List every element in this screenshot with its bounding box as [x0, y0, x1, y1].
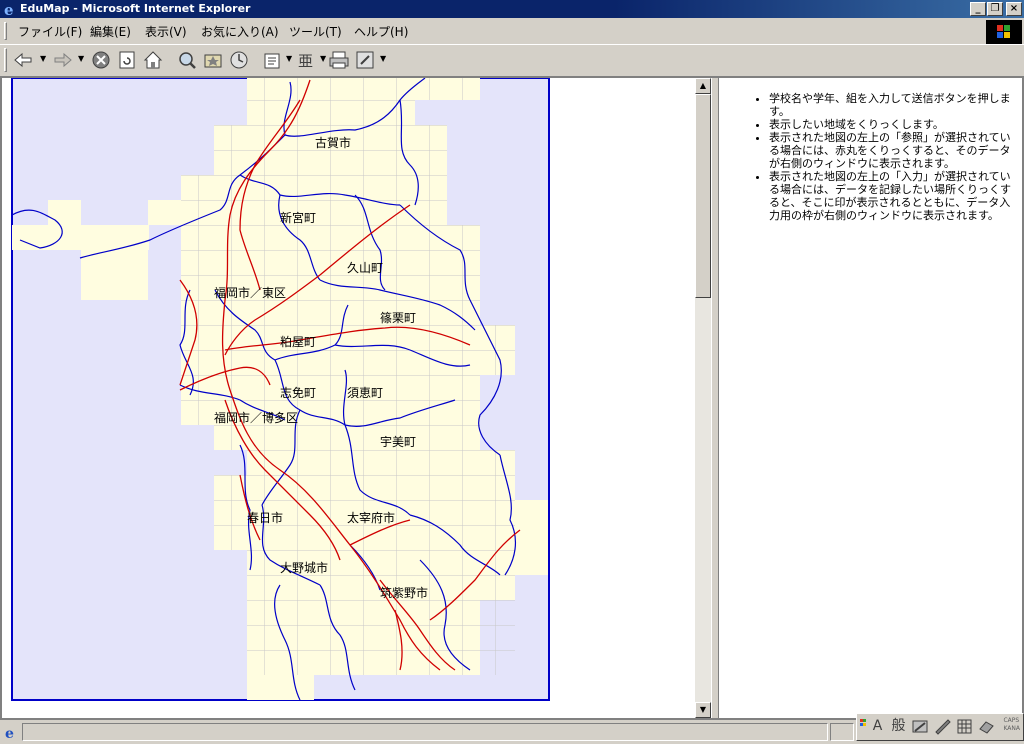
menu-tools[interactable]: ツール(T) — [289, 23, 342, 40]
ime-kanji-button[interactable]: 般 — [889, 717, 908, 736]
ime-grid-icon[interactable] — [955, 717, 974, 736]
ime-tools-icon[interactable] — [933, 717, 952, 736]
menu-file[interactable]: ファイル(F) — [18, 23, 82, 40]
back-icon[interactable] — [12, 49, 34, 71]
menu-bar: ファイル(F) 編集(E) 表示(V) お気に入り(A) ツール(T) ヘルプ(… — [0, 20, 1024, 42]
scroll-down-button[interactable]: ▼ — [695, 702, 711, 718]
instruction-item: 表示された地図の左上の「入力」が選択されている場合には、データを記録したい場所く… — [769, 170, 1014, 222]
label-hisayama[interactable]: 久山町 — [347, 261, 383, 275]
svg-text:亜: 亜 — [298, 52, 313, 70]
frame-divider[interactable] — [711, 78, 719, 718]
toolbar-grip[interactable] — [4, 48, 7, 72]
stop-icon[interactable] — [90, 49, 112, 71]
scroll-thumb[interactable] — [695, 94, 711, 298]
label-sasaguri[interactable]: 篠栗町 — [380, 310, 416, 325]
ie-logo-icon: e — [4, 1, 14, 17]
menu-edit[interactable]: 編集(E) — [90, 23, 131, 40]
map-frame: 古賀市 新宮町 久山町 福岡市／東区 篠栗町 粕屋町 志免町 須恵町 福岡市／博… — [2, 78, 695, 718]
refresh-icon[interactable] — [116, 49, 138, 71]
label-higashi[interactable]: 福岡市／東区 — [214, 285, 286, 300]
fonts-icon[interactable]: 亜 — [296, 49, 318, 71]
status-text-pane — [22, 723, 828, 741]
map-canvas[interactable]: 古賀市 新宮町 久山町 福岡市／東区 篠栗町 粕屋町 志免町 須恵町 福岡市／博… — [2, 78, 695, 718]
label-shime[interactable]: 志免町 — [280, 385, 316, 400]
page-status-icon: e — [5, 726, 14, 740]
instruction-item: 表示された地図の左上の「参照」が選択されている場合には、赤丸をくりっくすると、そ… — [769, 131, 1014, 170]
label-onojo[interactable]: 大野城市 — [280, 560, 328, 575]
history-icon[interactable] — [228, 49, 250, 71]
instruction-item: 学校名や学年、組を入力して送信ボタンを押します。 — [769, 92, 1014, 118]
favorites-icon[interactable] — [202, 49, 224, 71]
forward-icon[interactable] — [52, 49, 74, 71]
instructions-list: 学校名や学年、組を入力して送信ボタンを押します。 表示したい地域をくりっくします… — [719, 92, 1022, 222]
label-kasuya[interactable]: 粕屋町 — [280, 334, 316, 349]
ime-dictionary-icon[interactable] — [977, 717, 996, 736]
window-title: EduMap - Microsoft Internet Explorer — [20, 2, 251, 15]
menu-help[interactable]: ヘルプ(H) — [354, 23, 408, 40]
label-kasuga[interactable]: 春日市 — [247, 510, 283, 525]
status-pane-2 — [830, 723, 854, 741]
edit-dropdown-icon[interactable]: ▼ — [380, 54, 386, 63]
ime-pad-icon[interactable] — [911, 717, 930, 736]
map-vertical-scrollbar[interactable]: ▲ ▼ — [695, 78, 711, 718]
home-icon[interactable] — [142, 49, 164, 71]
windows-logo-icon — [986, 20, 1022, 44]
close-button[interactable]: × — [1006, 2, 1022, 16]
search-icon[interactable] — [176, 49, 198, 71]
caps-kana-indicator: CAPS KANA — [1003, 717, 1020, 733]
kana-label: KANA — [1003, 725, 1020, 732]
ime-toolbar: A 般 CAPS KANA — [856, 713, 1024, 741]
label-koga[interactable]: 古賀市 — [315, 135, 351, 150]
svg-text:e: e — [4, 1, 14, 17]
mail-icon[interactable] — [262, 49, 284, 71]
forward-dropdown-icon[interactable]: ▼ — [78, 54, 84, 63]
caps-label: CAPS — [1003, 717, 1020, 724]
svg-text:e: e — [5, 726, 14, 740]
fonts-dropdown-icon[interactable]: ▼ — [320, 54, 326, 63]
toolbar: ▼ ▼ ▼ 亜 ▼ ▼ — [0, 44, 1024, 75]
back-dropdown-icon[interactable]: ▼ — [40, 54, 46, 63]
label-sue[interactable]: 須恵町 — [347, 386, 383, 400]
title-bar: e EduMap - Microsoft Internet Explorer _… — [0, 0, 1024, 18]
label-chikushino[interactable]: 筑紫野市 — [380, 585, 428, 600]
menu-view[interactable]: 表示(V) — [145, 23, 187, 40]
instructions-frame: 学校名や学年、組を入力して送信ボタンを押します。 表示したい地域をくりっくします… — [719, 78, 1022, 718]
label-shingu[interactable]: 新宮町 — [280, 210, 316, 225]
menu-favorites[interactable]: お気に入り(A) — [201, 23, 279, 40]
instruction-item: 表示したい地域をくりっくします。 — [769, 118, 1014, 131]
mail-dropdown-icon[interactable]: ▼ — [286, 54, 292, 63]
ime-grip-icon[interactable] — [859, 717, 867, 737]
scroll-up-button[interactable]: ▲ — [695, 78, 711, 94]
label-umi[interactable]: 宇美町 — [380, 435, 416, 449]
ime-mode-button[interactable]: A — [868, 717, 887, 736]
menu-grip[interactable] — [4, 22, 7, 40]
edit-icon[interactable] — [354, 49, 376, 71]
label-dazaifu[interactable]: 太宰府市 — [347, 510, 395, 525]
label-hakata[interactable]: 福岡市／博多区 — [214, 410, 298, 425]
restore-button[interactable]: ❐ — [987, 2, 1003, 16]
print-icon[interactable] — [328, 49, 350, 71]
minimize-button[interactable]: _ — [970, 2, 986, 16]
